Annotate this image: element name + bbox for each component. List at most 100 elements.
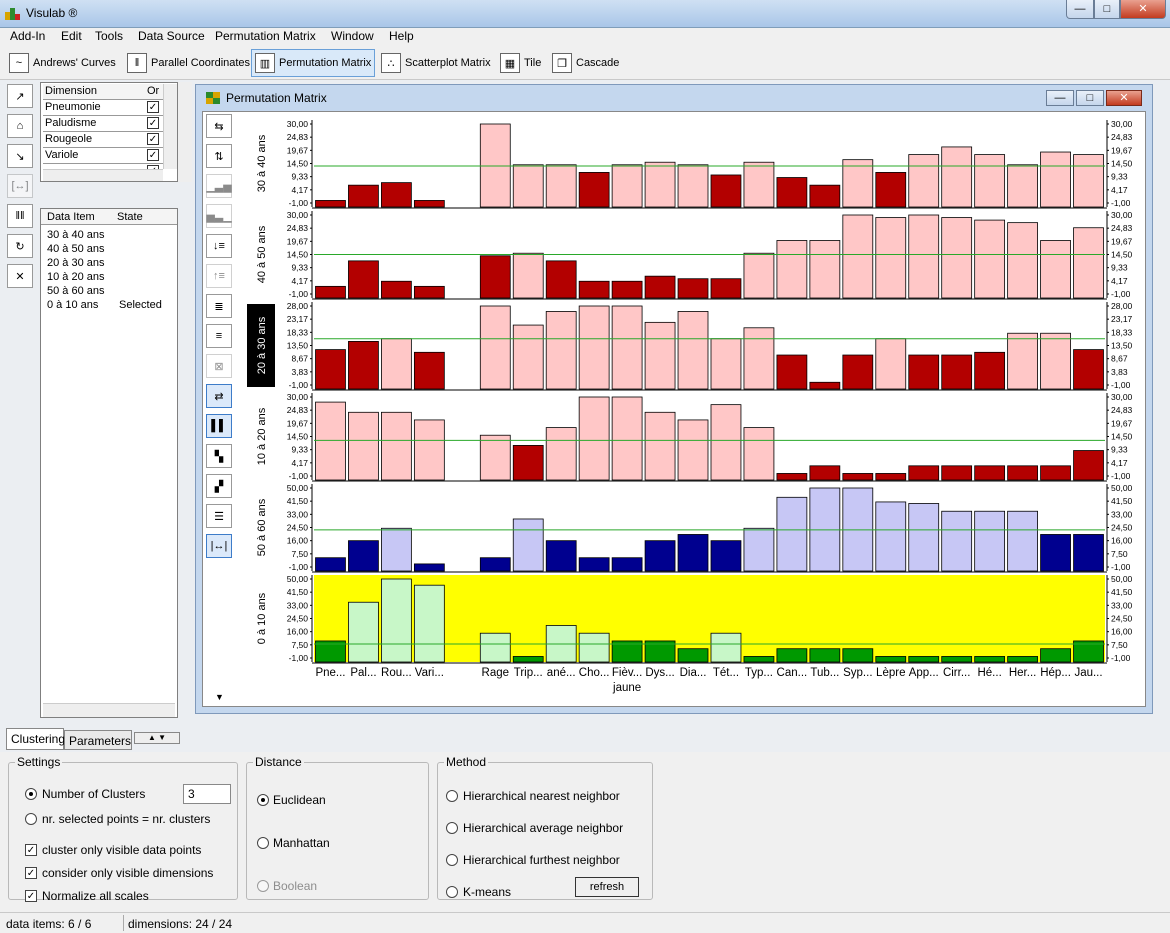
left-tick-label: 18,33 (287, 327, 309, 337)
bar (611, 305, 643, 390)
tool-brush-icon[interactable]: ⌂ (7, 114, 33, 138)
tab-clustering[interactable]: Clustering (6, 728, 65, 750)
matrix-maximize-button[interactable]: □ (1076, 90, 1104, 106)
menu-help[interactable]: Help (389, 29, 414, 43)
dimension-row[interactable]: Pneumonie ✓ (43, 100, 163, 116)
bar-up-icon[interactable]: ▁▃▅ (206, 174, 232, 198)
numclusters-input[interactable]: 3 (183, 784, 231, 804)
data-item-row[interactable]: 10 à 20 ans (47, 271, 105, 283)
kmeans-radio[interactable] (446, 886, 458, 898)
color-grid-icon[interactable]: ▚ (206, 444, 232, 468)
bar (1073, 227, 1104, 299)
data-item-hscroll[interactable] (43, 703, 175, 717)
tool-refresh-icon[interactable]: ↻ (7, 234, 33, 258)
menu-data-source[interactable]: Data Source (138, 29, 205, 43)
splitter-scroll[interactable] (178, 82, 192, 182)
nearest-radio[interactable] (446, 790, 458, 802)
tool-bars-icon[interactable]: ‖‖ (7, 204, 33, 228)
permutation-matrix-button[interactable]: ▥ Permutation Matrix (251, 49, 376, 77)
matrix-close-button[interactable]: ✕ (1106, 90, 1142, 106)
bar (809, 465, 841, 481)
dimension-name: Paludisme (45, 117, 97, 129)
matrix-window-title: Permutation Matrix (226, 91, 327, 105)
data-item-row[interactable]: 50 à 60 ans (47, 285, 105, 297)
andrews-curves-button[interactable]: ~ Andrews' Curves (6, 52, 119, 74)
clustering-pane: Settings Number of Clusters 3 nr. select… (0, 752, 1170, 912)
matrix-minimize-button[interactable]: — (1046, 90, 1074, 106)
cascade-button[interactable]: ❐ Cascade (549, 52, 622, 74)
dimension-row[interactable]: Paludisme ✓ (43, 116, 163, 132)
bar (413, 285, 445, 299)
menu-tools[interactable]: Tools (95, 29, 123, 43)
data-item-row[interactable]: 30 à 40 ans (47, 229, 105, 241)
tab-parameters[interactable]: Parameters (64, 730, 132, 750)
right-tick-label: 9,33 (1111, 445, 1128, 455)
parallel-coordinates-button[interactable]: ‖ Parallel Coordinates (124, 52, 253, 74)
refresh-button[interactable]: refresh (575, 877, 639, 897)
sort-asc-icon[interactable]: ↓≡ (206, 234, 232, 258)
close-button[interactable]: ✕ (1120, 0, 1166, 19)
tool-pointer-icon[interactable]: ↘ (7, 144, 33, 168)
dimension-row[interactable]: Variole ✓ (43, 148, 163, 164)
right-tick-label: 30,00 (1111, 119, 1133, 129)
swap-icon[interactable]: ⇄ (206, 384, 232, 408)
color-map-icon[interactable]: ▞ (206, 474, 232, 498)
tile-button[interactable]: ▦ Tile (497, 52, 544, 74)
menu-edit[interactable]: Edit (61, 29, 82, 43)
dimension-checkbox[interactable]: ✓ (147, 117, 159, 129)
right-tick-label: 16,00 (1111, 536, 1133, 546)
scroll-down-icon[interactable]: ▼ (215, 692, 224, 702)
bar (743, 527, 775, 572)
bar (644, 161, 676, 208)
bar (677, 164, 709, 208)
fit-icon[interactable]: ⊠ (206, 354, 232, 378)
menu-add-in[interactable]: Add-In (10, 29, 45, 43)
boolean-radio[interactable] (257, 880, 269, 892)
data-item-row[interactable]: 0 à 10 ans (47, 299, 98, 311)
scatterplot-matrix-button[interactable]: ∴ Scatterplot Matrix (378, 52, 494, 74)
data-item-header: Data Item State (41, 209, 177, 225)
right-tick-label: 28,00 (1111, 301, 1133, 311)
nrselected-radio[interactable] (25, 813, 37, 825)
tool-select-icon[interactable]: ↗ (7, 84, 33, 108)
data-item-row[interactable]: 40 à 50 ans (47, 243, 105, 255)
menu-permutation-matrix[interactable]: Permutation Matrix (215, 29, 316, 43)
rows-icon[interactable]: ☰ (206, 504, 232, 528)
tab-scroll-arrows[interactable]: ▲ ▼ (134, 732, 180, 744)
bar (381, 411, 412, 481)
dimension-checkbox[interactable]: ✓ (147, 101, 159, 113)
column-label: Tét... (713, 667, 739, 679)
average-radio[interactable] (446, 822, 458, 834)
stretch-icon[interactable]: |↔| (206, 534, 232, 558)
bar-down-icon[interactable]: ▅▃▁ (206, 204, 232, 228)
dimension-row[interactable]: Rougeole ✓ (43, 132, 163, 148)
normalize-checkbox[interactable]: ✓ (25, 890, 37, 902)
tool-range-icon[interactable]: [↔] (7, 174, 33, 198)
dimension-vscroll[interactable] (163, 84, 177, 169)
cluster-visible-checkbox[interactable]: ✓ (25, 844, 37, 856)
sort-columns-icon[interactable]: ⇅ (206, 144, 232, 168)
dimension-checkbox[interactable]: ✓ (147, 133, 159, 145)
tool-clear-icon[interactable]: ✕ (7, 264, 33, 288)
bar-view-icon[interactable]: ▌▌ (206, 414, 232, 438)
sort-desc-icon[interactable]: ↑≡ (206, 264, 232, 288)
data-item-row[interactable]: 20 à 30 ans (47, 257, 105, 269)
euclidean-radio[interactable] (257, 794, 269, 806)
sort-rows-icon[interactable]: ⇆ (206, 114, 232, 138)
visible-dims-checkbox[interactable]: ✓ (25, 867, 37, 879)
bar (743, 161, 775, 208)
furthest-radio[interactable] (446, 854, 458, 866)
dimension-checkbox[interactable]: ✓ (147, 149, 159, 161)
right-tick-label: 24,83 (1111, 132, 1133, 142)
status-bar: data items: 6 / 6 dimensions: 24 / 24 (0, 912, 1170, 933)
menu-window[interactable]: Window (331, 29, 374, 43)
maximize-button[interactable]: □ (1094, 0, 1120, 19)
rank-icon[interactable]: ≣ (206, 294, 232, 318)
permutation-matrix-icon: ▥ (255, 53, 275, 73)
manhattan-radio[interactable] (257, 837, 269, 849)
left-tick-label: 19,67 (287, 418, 309, 428)
numclusters-radio[interactable] (25, 788, 37, 800)
rank-reverse-icon[interactable]: ≡ (206, 324, 232, 348)
dimension-hscroll[interactable] (43, 169, 163, 181)
minimize-button[interactable]: — (1066, 0, 1094, 19)
